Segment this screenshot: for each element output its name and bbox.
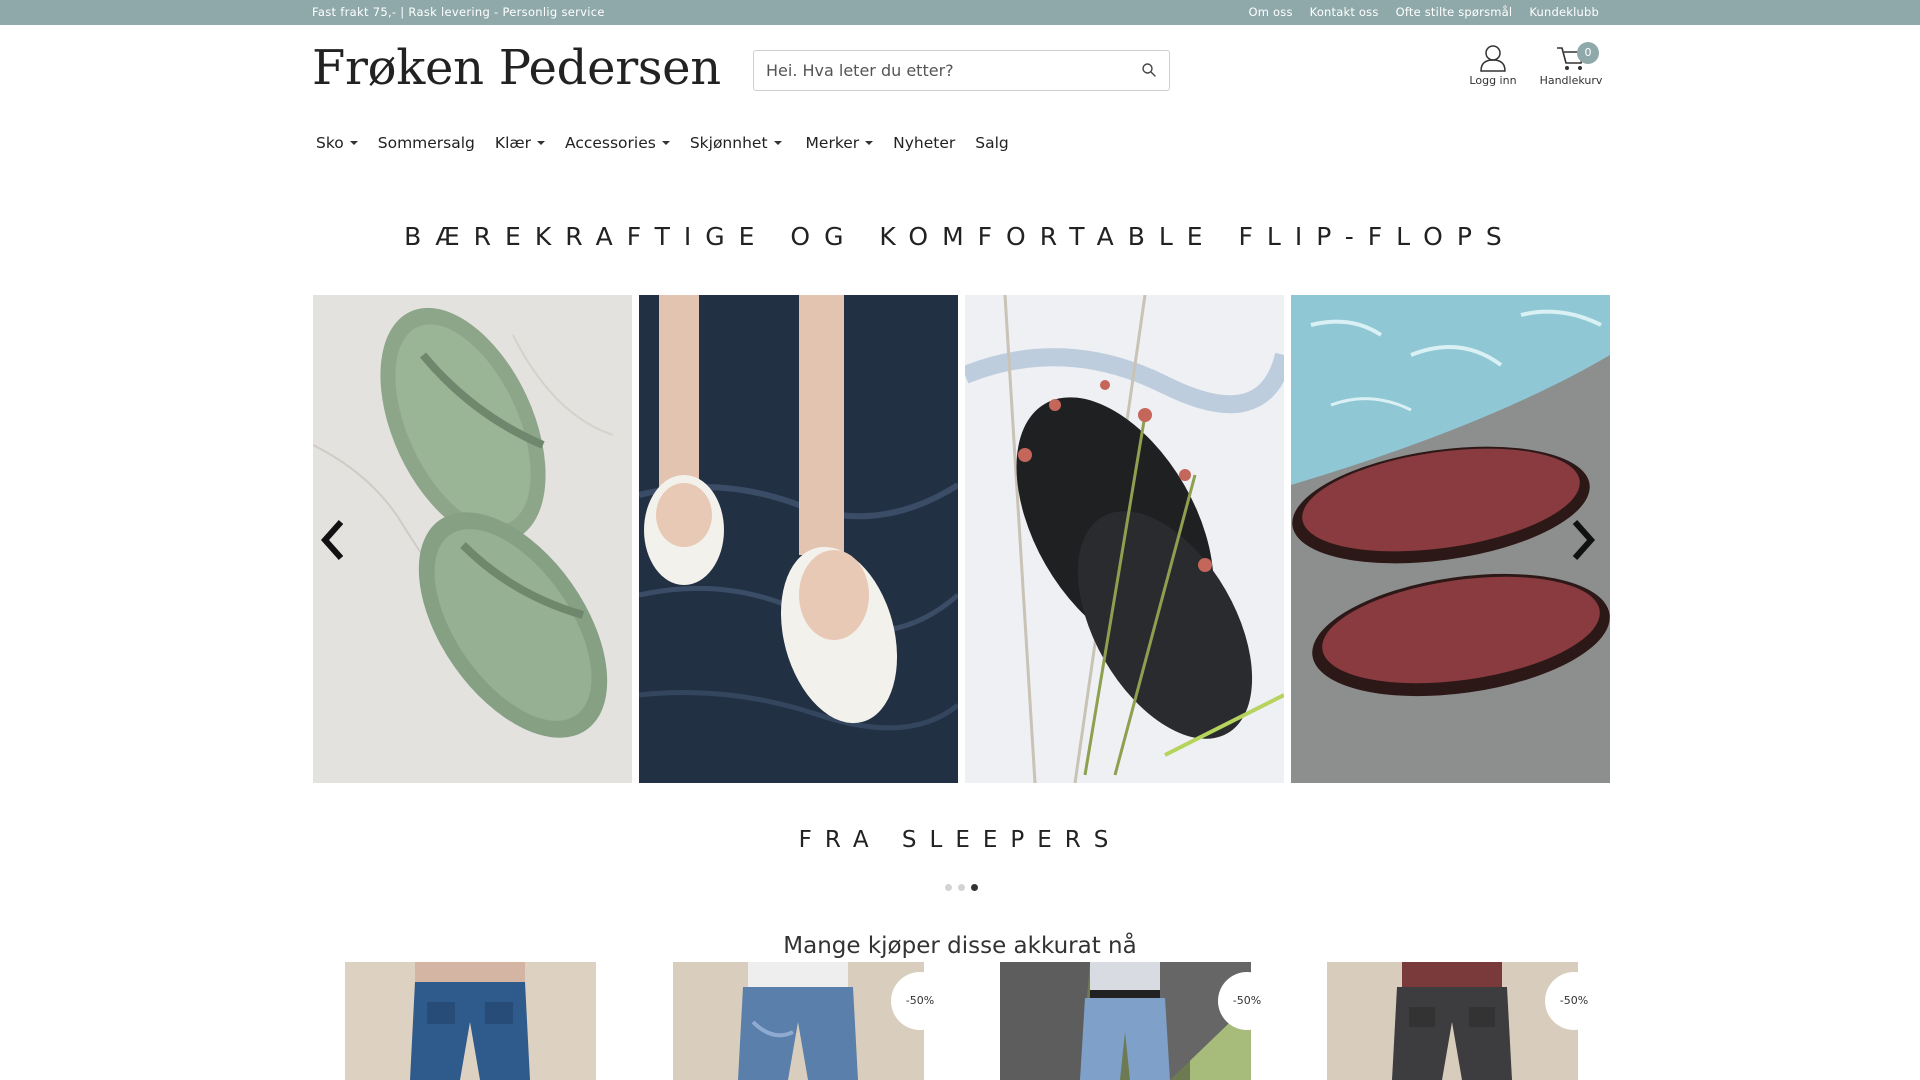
nav-label: Accessories (564, 134, 656, 152)
slider-dot[interactable] (958, 884, 965, 891)
slide-image[interactable] (965, 295, 1284, 783)
search-input[interactable] (766, 51, 1126, 90)
slider-dot[interactable] (945, 884, 952, 891)
nav-item-accessories[interactable]: Accessories (565, 134, 670, 152)
nav-label: Skjønnhet (689, 134, 768, 152)
slider-dots (945, 884, 978, 891)
user-icon (1480, 45, 1506, 72)
search-icon[interactable] (1141, 62, 1157, 78)
sale-badge: -50% (1218, 972, 1276, 1030)
slide-image[interactable] (1291, 295, 1610, 783)
nav-item-brands[interactable]: Merker (806, 134, 874, 152)
main-nav: Sko Sommersalg Klær Accessories Skjønnhe… (316, 134, 1029, 152)
hero-title: BÆREKRAFTIGE OG KOMFORTABLE FLIP-FLOPS (404, 222, 1516, 251)
top-links: Om oss Kontakt oss Ofte stilte spørsmål … (1249, 5, 1599, 19)
caret-down-icon (661, 141, 670, 145)
slider-dot-active[interactable] (971, 884, 978, 891)
sale-badge: -50% (1545, 972, 1603, 1030)
shipping-tagline: Fast frakt 75,- | Rask levering - Person… (312, 5, 605, 19)
nav-label: Sko (316, 134, 344, 152)
product-card[interactable] (673, 962, 924, 1080)
product-card[interactable] (1000, 962, 1251, 1080)
search-box (753, 50, 1170, 91)
link-customer-club[interactable]: Kundeklubb (1529, 5, 1599, 19)
nav-item-summer-sale[interactable]: Sommersalg (378, 134, 475, 152)
caret-down-icon (349, 141, 358, 145)
link-about-us[interactable]: Om oss (1249, 5, 1293, 19)
nav-item-sale[interactable]: Salg (975, 134, 1008, 152)
product-card[interactable] (1327, 962, 1578, 1080)
slide-image[interactable] (639, 295, 958, 783)
slider-prev-arrow-icon[interactable] (317, 518, 351, 562)
hero-subtitle: FRA SLEEPERS (798, 827, 1122, 853)
site-logo[interactable]: Frøken Pedersen (312, 40, 721, 96)
link-contact-us[interactable]: Kontakt oss (1310, 5, 1379, 19)
nav-item-clothes[interactable]: Klær (495, 134, 545, 152)
login-button[interactable]: Logg inn (1468, 44, 1518, 87)
cart-button[interactable]: Handlekurv 0 (1536, 42, 1606, 87)
hero-slider (313, 295, 1610, 783)
nav-label: Nyheter (893, 134, 956, 152)
slide-image[interactable] (313, 295, 632, 783)
nav-item-shoes[interactable]: Sko (316, 134, 358, 152)
link-faq[interactable]: Ofte stilte spørsmål (1396, 5, 1513, 19)
nav-item-beauty[interactable]: Skjønnhet (690, 134, 782, 152)
login-label: Logg inn (1469, 74, 1517, 87)
sale-badge: -50% (891, 972, 949, 1030)
top-bar: Fast frakt 75,- | Rask levering - Person… (0, 0, 1920, 25)
caret-down-icon (773, 141, 782, 145)
nav-label: Merker (805, 134, 860, 152)
nav-label: Klær (494, 134, 531, 152)
caret-down-icon (865, 141, 874, 145)
nav-label: Sommersalg (377, 134, 475, 152)
product-card[interactable] (345, 962, 596, 1080)
popular-products-title: Mange kjøper disse akkurat nå (783, 933, 1137, 959)
caret-down-icon (536, 141, 545, 145)
nav-label: Salg (975, 134, 1009, 152)
nav-item-news[interactable]: Nyheter (893, 134, 955, 152)
cart-label: Handlekurv (1539, 74, 1603, 87)
cart-count-badge: 0 (1577, 42, 1599, 64)
slider-next-arrow-icon[interactable] (1565, 518, 1599, 562)
